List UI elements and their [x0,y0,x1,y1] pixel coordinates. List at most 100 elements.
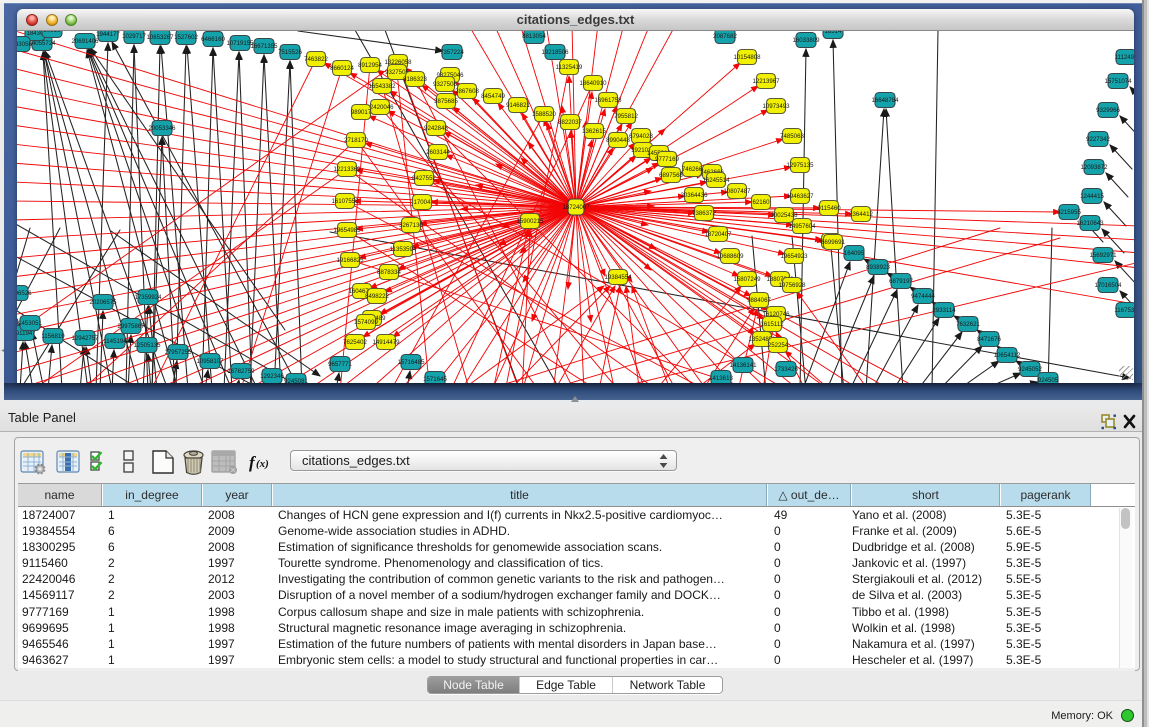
svg-text:12093872: 12093872 [1080,164,1108,171]
svg-text:9884067: 9884067 [747,297,771,304]
svg-text:19218506: 19218506 [541,49,569,56]
svg-text:9777169: 9777169 [655,156,679,163]
svg-text:16671355: 16671355 [250,43,278,50]
svg-text:1244415: 1244415 [1080,193,1104,200]
svg-text:10654112: 10654112 [994,352,1021,359]
svg-text:16782759: 16782759 [227,368,255,375]
svg-text:12505135: 12505135 [133,342,161,349]
svg-text:3911947: 3911947 [17,330,36,337]
svg-text:18640910: 18640910 [579,80,607,87]
svg-text:16245514: 16245514 [702,177,730,184]
svg-text:164095: 164095 [844,250,865,257]
svg-text:18430: 18430 [27,31,45,37]
svg-text:15692971: 15692971 [1089,252,1117,259]
svg-text:20053346: 20053346 [148,125,176,132]
svg-text:8427552: 8427552 [412,175,436,182]
svg-text:20206575: 20206575 [89,299,117,306]
svg-text:7515526: 7515526 [278,49,302,56]
svg-text:8813054: 8813054 [522,33,546,40]
svg-text:15751074: 15751074 [1104,78,1132,85]
svg-text:1453051: 1453051 [18,320,42,327]
svg-text:1029717: 1029717 [122,33,146,40]
svg-text:9245052: 9245052 [1018,366,1042,373]
svg-text:19384554: 19384554 [604,274,632,281]
svg-text:10154808: 10154808 [733,54,761,61]
svg-text:62160: 62160 [753,199,771,206]
svg-text:10807487: 10807487 [723,188,751,195]
svg-text:14055724: 14055724 [28,40,56,47]
svg-text:2087682: 2087682 [713,33,737,40]
svg-text:2364412: 2364412 [849,211,873,218]
svg-text:20691406: 20691406 [71,38,99,45]
svg-text:1167530: 1167530 [1114,307,1134,314]
svg-text:26106526: 26106526 [17,290,32,297]
svg-text:8938923: 8938923 [866,264,890,271]
svg-text:1292346: 1292346 [260,373,284,380]
svg-text:8186323: 8186323 [403,76,427,83]
svg-text:1615112: 1615112 [760,321,784,328]
svg-text:16033809: 16033809 [792,37,820,44]
svg-text:989017: 989017 [351,109,372,116]
svg-text:1944177: 1944177 [96,31,120,38]
svg-text:1571645: 1571645 [423,376,447,383]
svg-text:17957255: 17957255 [164,349,192,356]
svg-text:16648784: 16648784 [871,97,899,104]
svg-text:1145194: 1145194 [103,338,127,345]
svg-text:20515: 20515 [44,31,62,34]
svg-text:19654923: 19654923 [780,253,808,260]
svg-text:8990448: 8990448 [606,137,630,144]
svg-text:14136141: 14136141 [729,362,757,369]
svg-text:12975135: 12975135 [786,162,814,169]
svg-text:20364436: 20364436 [680,192,708,199]
svg-text:8498222: 8498222 [365,293,389,300]
svg-text:9242848: 9242848 [424,125,448,132]
svg-text:16210643: 16210643 [1076,220,1104,227]
svg-text:9146821: 9146821 [506,102,530,109]
svg-text:11353594: 11353594 [390,246,417,253]
svg-text:3215955: 3215955 [1057,209,1081,216]
svg-text:18724007: 18724007 [562,204,590,211]
svg-text:7955812: 7955812 [614,113,638,120]
svg-text:6699691: 6699691 [821,239,845,246]
svg-text:9245081: 9245081 [284,378,308,383]
svg-text:7625402: 7625402 [343,339,367,346]
svg-text:17359924: 17359924 [134,294,162,301]
svg-text:9327508: 9327508 [433,81,457,88]
svg-text:1413613: 1413613 [709,375,733,382]
svg-text:252254: 252254 [768,342,789,349]
svg-text:7463822: 7463822 [304,56,328,63]
svg-text:6897568: 6897568 [659,172,683,179]
svg-text:8822037: 8822037 [558,119,582,126]
svg-text:6466160: 6466160 [201,36,225,43]
svg-text:15716485: 15716485 [397,359,425,366]
svg-text:12213369: 12213369 [333,166,361,173]
svg-text:9115460: 9115460 [817,205,841,212]
svg-text:1843056: 1843056 [17,41,32,48]
svg-text:1588520: 1588520 [532,111,556,118]
svg-text:(x): (x) [256,458,269,470]
svg-text:1527602: 1527602 [174,34,198,41]
svg-text:10653267: 10653267 [146,34,174,41]
svg-text:8912954: 8912954 [358,62,382,69]
svg-text:3875685: 3875685 [434,98,458,105]
svg-text:2603144: 2603144 [426,149,450,156]
svg-text:19654985: 19654985 [333,227,361,234]
svg-text:16961758: 16961758 [594,97,622,104]
svg-text:6794028: 6794028 [629,133,653,140]
svg-text:8878334: 8878334 [377,269,401,276]
svg-text:10973493: 10973493 [762,103,790,110]
svg-text:9657771: 9657771 [328,361,352,368]
svg-text:10025438: 10025438 [770,212,798,219]
svg-text:12942757: 12942757 [71,335,99,342]
svg-text:17016504: 17016504 [1094,282,1122,289]
svg-text:1362615: 1362615 [582,128,606,135]
svg-text:15807249: 15807249 [733,276,761,283]
svg-text:19166825: 19166825 [336,257,364,264]
svg-text:16107553: 16107553 [331,198,359,205]
svg-text:3267130: 3267130 [399,222,423,229]
svg-text:14914479: 14914479 [372,339,400,346]
svg-text:14957604: 14957604 [788,223,816,230]
svg-text:16543382: 16543382 [368,83,396,90]
svg-text:1156819: 1156819 [41,333,65,340]
svg-text:9329966: 9329966 [1096,107,1120,114]
